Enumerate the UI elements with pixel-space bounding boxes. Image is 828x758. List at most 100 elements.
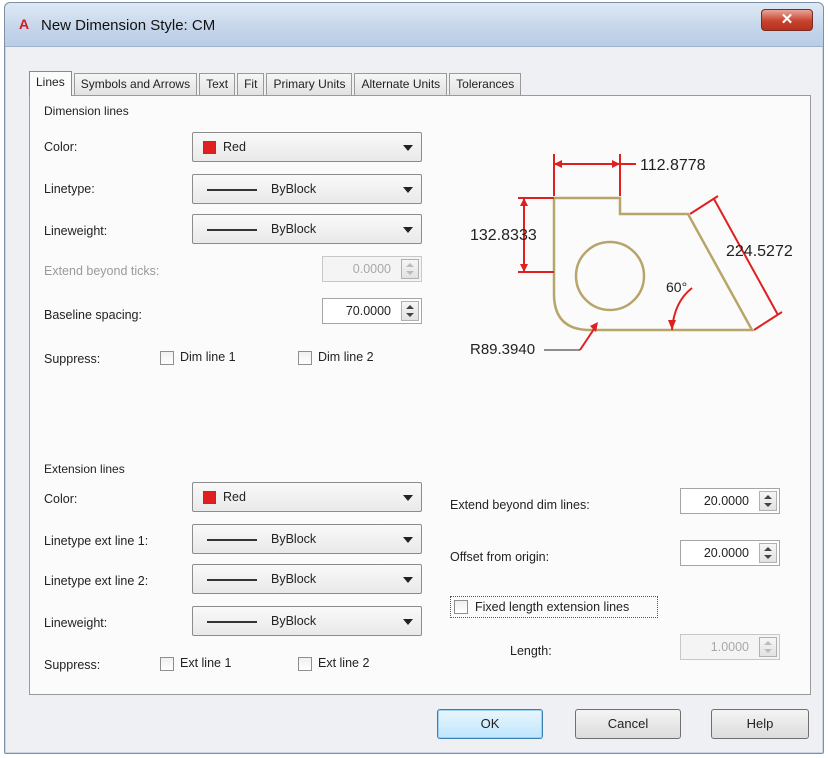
dim-color-label: Color:	[44, 140, 78, 154]
preview-radius-text: R89.3940	[470, 341, 535, 358]
length-label: Length:	[510, 644, 552, 658]
preview-top-dim-text: 112.8778	[640, 157, 706, 174]
dim-linetype-dropdown[interactable]: ByBlock	[192, 174, 422, 204]
dim-lineweight-value: ByBlock	[271, 222, 317, 236]
baseline-spacing-spinner[interactable]: 70.0000	[322, 298, 422, 324]
ext-lineweight-dropdown[interactable]: ByBlock	[192, 606, 422, 636]
checkbox-box	[454, 600, 468, 614]
preview-arrowhead	[554, 160, 562, 168]
preview-arrowhead	[668, 320, 676, 330]
dim-line-1-label: Dim line 1	[180, 350, 236, 364]
preview-angle-text: 60°	[666, 279, 687, 295]
dim-color-dropdown[interactable]: Red	[192, 132, 422, 162]
spin-up-icon	[764, 495, 772, 499]
spinner-buttons	[401, 259, 419, 279]
checkbox-box	[160, 351, 174, 365]
linetype-ext-line-2-value: ByBlock	[271, 572, 317, 586]
extend-beyond-dim-lines-label: Extend beyond dim lines:	[450, 498, 590, 512]
baseline-spacing-value: 70.0000	[345, 304, 391, 318]
linetype-ext-line-1-dropdown[interactable]: ByBlock	[192, 524, 422, 554]
extend-beyond-ticks-value: 0.0000	[352, 262, 391, 276]
red-color-swatch	[203, 491, 216, 504]
fixed-length-extension-lines-checkbox[interactable]: Fixed length extension lines	[450, 596, 658, 618]
chevron-down-icon	[403, 187, 413, 193]
linetype-preview	[207, 579, 257, 581]
cancel-button[interactable]: Cancel	[575, 709, 681, 739]
ext-line-1-label: Ext line 1	[180, 656, 232, 670]
extend-beyond-dim-lines-spinner[interactable]: 20.0000	[680, 488, 780, 514]
spin-down-icon	[406, 313, 414, 317]
dialog-window: A New Dimension Style: CM ✕ Lines Symbol…	[4, 2, 824, 754]
spin-down-icon	[764, 555, 772, 559]
offset-from-origin-spinner[interactable]: 20.0000	[680, 540, 780, 566]
checkbox-box	[160, 657, 174, 671]
tab-alternate-units[interactable]: Alternate Units	[354, 73, 448, 95]
linetype-preview	[207, 189, 257, 191]
preview-right-dim-text: 224.5272	[726, 243, 793, 260]
extension-lines-group-title: Extension lines	[44, 462, 125, 476]
length-spinner: 1.0000	[680, 634, 780, 660]
tab-primary-units[interactable]: Primary Units	[266, 73, 353, 95]
spinner-buttons[interactable]	[759, 543, 777, 563]
spinner-buttons[interactable]	[759, 491, 777, 511]
checkbox-box	[298, 657, 312, 671]
spin-down-icon	[406, 271, 414, 275]
ok-button[interactable]: OK	[437, 709, 543, 739]
linetype-preview	[207, 539, 257, 541]
spin-up-icon	[406, 263, 414, 267]
help-button[interactable]: Help	[711, 709, 809, 739]
preview-shape-outline	[552, 196, 755, 332]
tab-fit[interactable]: Fit	[237, 73, 265, 95]
spin-down-icon	[764, 649, 772, 653]
preview-right-ext-line-1	[689, 195, 719, 215]
spin-up-icon	[406, 305, 414, 309]
linetype-ext-line-2-dropdown[interactable]: ByBlock	[192, 564, 422, 594]
autocad-app-icon: A	[19, 16, 30, 32]
checkbox-box	[298, 351, 312, 365]
extend-beyond-ticks-spinner: 0.0000	[322, 256, 422, 282]
dim-lineweight-label: Lineweight:	[44, 224, 108, 238]
spin-down-icon	[764, 503, 772, 507]
ext-lineweight-label: Lineweight:	[44, 616, 108, 630]
spinner-buttons	[759, 637, 777, 657]
preview-circle	[574, 240, 646, 312]
spinner-buttons[interactable]	[401, 301, 419, 321]
ext-line-2-checkbox[interactable]: Ext line 2	[298, 656, 408, 674]
dim-linetype-value: ByBlock	[271, 182, 317, 196]
offset-from-origin-value: 20.0000	[703, 546, 749, 560]
tab-text[interactable]: Text	[199, 73, 236, 95]
ext-color-dropdown[interactable]: Red	[192, 482, 422, 512]
dim-line-1-checkbox[interactable]: Dim line 1	[160, 350, 270, 368]
ext-line-1-checkbox[interactable]: Ext line 1	[160, 656, 270, 674]
linetype-ext-line-1-label: Linetype ext line 1:	[44, 534, 149, 548]
dim-suppress-label: Suppress:	[44, 352, 101, 366]
preview-arrowhead	[520, 198, 528, 206]
tab-lines[interactable]: Lines	[29, 71, 72, 96]
tab-strip: Lines Symbols and Arrows Text Fit Primar…	[29, 71, 523, 96]
preview-arrowhead	[520, 264, 528, 272]
tab-symbols-and-arrows[interactable]: Symbols and Arrows	[73, 73, 198, 95]
dimension-lines-group-title: Dimension lines	[44, 104, 129, 118]
fixed-length-extension-lines-label: Fixed length extension lines	[475, 600, 630, 614]
linetype-ext-line-1-value: ByBlock	[271, 532, 317, 546]
extend-beyond-dim-lines-value: 20.0000	[703, 494, 749, 508]
ext-suppress-label: Suppress:	[44, 658, 101, 672]
ext-lineweight-value: ByBlock	[271, 614, 317, 628]
dim-linetype-label: Linetype:	[44, 182, 95, 196]
spin-up-icon	[764, 547, 772, 551]
chevron-down-icon	[403, 227, 413, 233]
offset-from-origin-label: Offset from origin:	[450, 550, 550, 564]
extend-beyond-ticks-label: Extend beyond ticks:	[44, 264, 160, 278]
preview-arrowhead	[612, 160, 620, 168]
chevron-down-icon	[403, 537, 413, 543]
red-color-swatch	[203, 141, 216, 154]
chevron-down-icon	[403, 619, 413, 625]
tab-tolerances[interactable]: Tolerances	[449, 73, 522, 95]
dimension-style-preview: 112.8778 132.8333 224.5272 60° R89.3940	[470, 154, 793, 358]
chevron-down-icon	[403, 577, 413, 583]
dim-line-2-checkbox[interactable]: Dim line 2	[298, 350, 408, 368]
linetype-ext-line-2-label: Linetype ext line 2:	[44, 574, 149, 588]
window-title: New Dimension Style: CM	[41, 17, 216, 34]
dim-lineweight-dropdown[interactable]: ByBlock	[192, 214, 422, 244]
close-button[interactable]: ✕	[761, 9, 813, 31]
